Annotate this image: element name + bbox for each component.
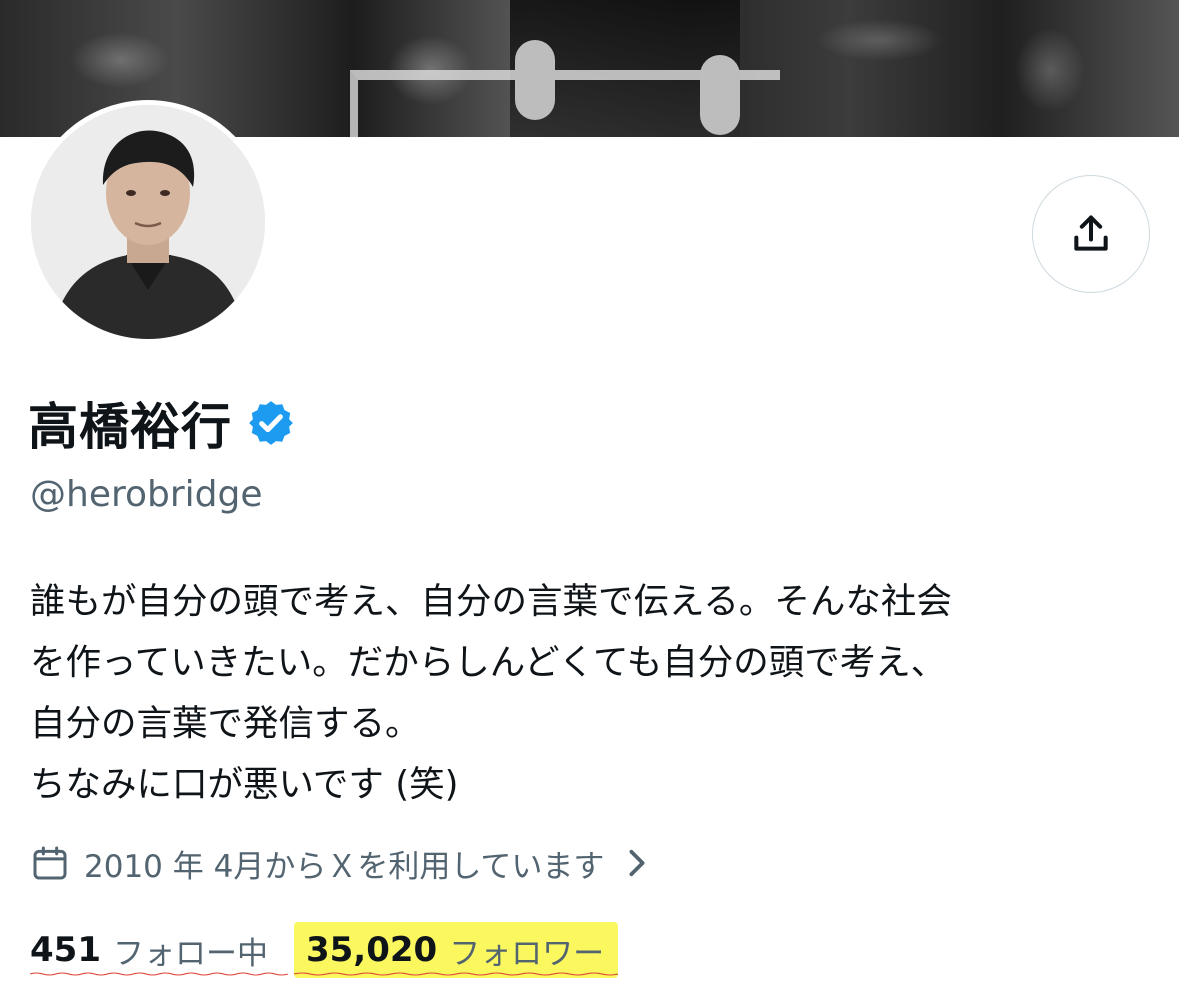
share-button[interactable] (1032, 175, 1150, 293)
banner-arm-left (515, 40, 555, 120)
calendar-icon (30, 843, 70, 883)
avatar-portrait-illustration (31, 105, 265, 339)
bio-line: を作っていきたい。だからしんどくても自分の頭で考え、 (30, 642, 947, 683)
name-row: 高橋裕行 (28, 388, 296, 458)
following-count: 451 (30, 930, 101, 970)
joined-date-row[interactable]: 2010 年 4月からＸを利用しています (30, 838, 650, 888)
share-icon (1074, 215, 1108, 251)
banner-arm-right (700, 55, 740, 135)
username-handle: @herobridge (30, 474, 263, 515)
display-name: 高橋裕行 (28, 398, 232, 456)
profile-bio: 誰もが自分の頭で考え、自分の言葉で伝える。そんな社会 を作っていきたい。だからし… (30, 571, 1150, 815)
following-label: フォロー中 (112, 935, 268, 972)
bio-line: ちなみに口が悪いです (笑) (30, 764, 459, 805)
red-wavy-underline (30, 972, 288, 976)
verified-badge-icon[interactable] (246, 398, 296, 448)
joined-date-text: 2010 年 4月からＸを利用しています (84, 848, 605, 885)
followers-stat[interactable]: 35,020 フォロワー (293, 922, 619, 978)
followers-count: 35,020 (305, 930, 438, 970)
followers-label: フォロワー (449, 935, 605, 972)
chevron-right-icon (624, 848, 650, 878)
avatar[interactable] (26, 100, 270, 344)
red-wavy-underline (293, 972, 619, 976)
bio-line: 誰もが自分の頭で考え、自分の言葉で伝える。そんな社会 (30, 581, 952, 622)
follow-stats: 451 フォロー中 35,020 フォロワー (30, 922, 619, 978)
bio-line: 自分の言葉で発信する。 (30, 703, 421, 744)
following-stat[interactable]: 451 フォロー中 (30, 922, 288, 978)
avatar-photo (31, 105, 265, 339)
